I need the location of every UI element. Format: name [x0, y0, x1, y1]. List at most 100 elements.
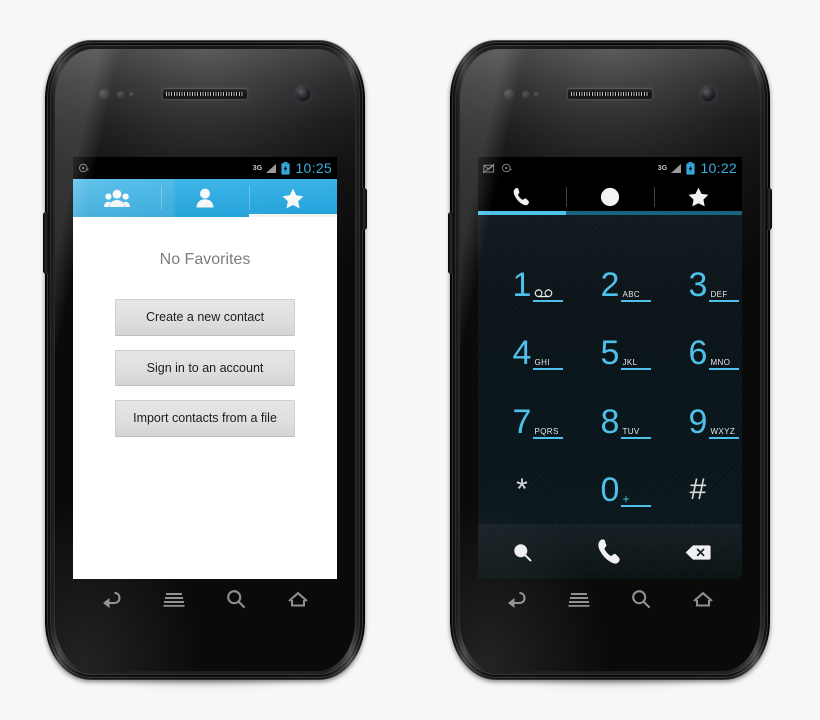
menu-lines-icon	[568, 593, 590, 607]
home-icon	[288, 591, 308, 607]
dial-key-3[interactable]: 3 DEF	[654, 251, 742, 319]
contacts-screen: 3G 10:25 No Favorites Create a new conta…	[73, 157, 337, 579]
proximity-sensor-icon	[504, 89, 515, 100]
navigation-key-row	[460, 579, 760, 619]
volume-rocker-button[interactable]	[43, 212, 48, 274]
tab-groups[interactable]	[73, 179, 161, 217]
dialpad-row: 1 2 ABC 3 DEF	[478, 251, 742, 319]
status-bar: 3G 10:22	[478, 157, 742, 179]
status-bar-clock: 10:25	[295, 160, 332, 176]
power-button[interactable]	[767, 188, 772, 230]
tab-dialer[interactable]	[478, 179, 566, 215]
dial-key-7[interactable]: 7 PQRS	[478, 388, 566, 456]
backspace-icon	[685, 544, 711, 560]
nav-menu-button[interactable]	[157, 584, 191, 614]
import-contacts-button[interactable]: Import contacts from a file	[115, 400, 295, 437]
battery-charging-icon	[281, 161, 291, 175]
key-underline	[709, 300, 740, 303]
dial-key-2[interactable]: 2 ABC	[566, 251, 654, 319]
dial-key-4[interactable]: 4 GHI	[478, 319, 566, 387]
dialer-call-button[interactable]	[566, 538, 654, 566]
status-bar: 3G 10:25	[73, 157, 337, 179]
search-icon	[513, 543, 531, 561]
key-digit: 0	[600, 470, 620, 509]
key-letters: DEF	[710, 290, 728, 300]
key-digit: 8	[600, 402, 620, 441]
nav-menu-button[interactable]	[562, 584, 596, 614]
disc-icon	[79, 163, 89, 173]
front-camera-icon	[295, 86, 311, 102]
group-contacts-icon	[104, 189, 130, 207]
proximity-sensor-icon	[99, 89, 110, 100]
key-digit: 4	[512, 334, 532, 373]
battery-charging-icon	[686, 161, 696, 175]
phone-dialer-app: 1 2 ABC 3 DEF 4 GHI 5 JKL 6 MNO 7 PQRS 8…	[478, 179, 742, 579]
dial-key-star[interactable]: *	[478, 456, 566, 524]
tab-contacts[interactable]	[161, 179, 249, 217]
nav-home-button[interactable]	[281, 584, 315, 614]
favorites-empty-state: No Favorites Create a new contact Sign i…	[73, 217, 337, 579]
nav-home-button[interactable]	[686, 584, 720, 614]
voicemail-icon	[535, 289, 553, 298]
dial-key-0[interactable]: 0 +	[566, 456, 654, 524]
status-bar-indicators: 3G 10:25	[253, 160, 332, 176]
dial-key-8[interactable]: 8 TUV	[566, 388, 654, 456]
create-contact-button[interactable]: Create a new contact	[115, 299, 295, 336]
key-letters: JKL	[622, 358, 638, 368]
key-underline	[621, 504, 652, 507]
dialer-phone: 3G 10:22 1 2 ABC 3 DEF 4 GHI 5 JKL 6 MNO…	[448, 40, 772, 688]
key-letters: ABC	[622, 290, 641, 300]
dial-key-6[interactable]: 6 MNO	[654, 319, 742, 387]
dial-key-5[interactable]: 5 JKL	[566, 319, 654, 387]
dial-key-9[interactable]: 9 WXYZ	[654, 388, 742, 456]
key-underline	[709, 368, 740, 371]
empty-state-title: No Favorites	[159, 251, 251, 268]
key-underline	[621, 368, 652, 371]
nav-back-button[interactable]	[95, 584, 129, 614]
key-digit: 2	[600, 266, 620, 305]
number-display-field[interactable]	[478, 215, 742, 251]
dial-key-1[interactable]: 1	[478, 251, 566, 319]
dialer-screen: 3G 10:22 1 2 ABC 3 DEF 4 GHI 5 JKL 6 MNO…	[478, 157, 742, 579]
tab-favorites[interactable]	[654, 179, 742, 215]
nav-search-button[interactable]	[219, 584, 253, 614]
dial-key-hash[interactable]: #	[654, 456, 742, 524]
notification-led-icon	[534, 92, 539, 97]
glass-top-sheen	[460, 49, 760, 167]
volume-rocker-button[interactable]	[448, 212, 453, 274]
key-underline	[621, 300, 652, 303]
status-bar-clock: 10:22	[700, 160, 737, 176]
glass-top-sheen	[55, 49, 355, 167]
dialpad-row: 7 PQRS 8 TUV 9 WXYZ	[478, 388, 742, 456]
home-icon	[693, 591, 713, 607]
key-letters: TUV	[622, 426, 640, 436]
phone-glass-front: 3G 10:25 No Favorites Create a new conta…	[55, 49, 355, 671]
phone-top-hardware	[55, 83, 355, 105]
key-underline	[621, 436, 652, 439]
notification-led-icon	[129, 92, 134, 97]
power-button[interactable]	[362, 188, 367, 230]
network-type-label: 3G	[657, 164, 668, 172]
key-digit: 1	[512, 266, 532, 305]
tab-recents[interactable]	[566, 179, 654, 215]
dialer-search-button[interactable]	[478, 543, 566, 562]
signal-bars-icon	[671, 163, 682, 173]
dialer-action-bar	[478, 524, 742, 579]
phone-handset-icon	[513, 187, 529, 206]
nav-back-button[interactable]	[500, 584, 534, 614]
dialpad-row: * 0 + #	[478, 456, 742, 524]
nav-search-button[interactable]	[624, 584, 658, 614]
key-digit: 6	[688, 334, 708, 373]
key-letters: GHI	[534, 358, 550, 368]
person-icon	[196, 188, 214, 208]
key-underline	[533, 436, 564, 439]
tab-favorites[interactable]	[249, 179, 337, 217]
key-digit: 5	[600, 334, 620, 373]
key-digit: 9	[688, 402, 708, 441]
search-icon	[632, 590, 651, 609]
back-arrow-icon	[508, 591, 526, 608]
dialer-backspace-button[interactable]	[654, 544, 742, 561]
phone-glass-front: 3G 10:22 1 2 ABC 3 DEF 4 GHI 5 JKL 6 MNO…	[460, 49, 760, 671]
sign-in-account-button[interactable]: Sign in to an account	[115, 349, 295, 386]
contacts-tab-bar	[73, 179, 337, 217]
